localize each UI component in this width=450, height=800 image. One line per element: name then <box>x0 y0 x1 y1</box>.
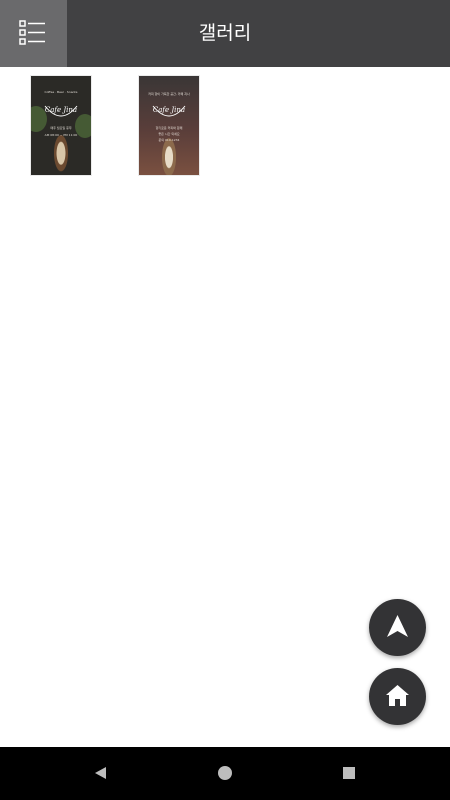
home-icon <box>386 685 409 706</box>
cafe-logo-text: Cafe Jina <box>45 106 77 114</box>
nav-recents-button[interactable] <box>337 761 361 785</box>
home-button[interactable] <box>369 668 426 725</box>
gallery-item-caption: 문의 010-1234 <box>158 138 180 142</box>
gallery-item-caption: Coffee · Beer · Snacks <box>44 90 78 94</box>
list-menu-icon <box>19 20 45 45</box>
app-header: 갤러리 <box>0 0 450 67</box>
gallery-item-caption: 좋은 시간 되세요 <box>158 132 180 136</box>
gallery-item-caption: 커피 향이 가득한 공간, 카페 지나 <box>148 92 190 96</box>
scroll-top-button[interactable] <box>369 599 426 656</box>
gallery-item[interactable]: Coffee · Beer · Snacks Cafe Jina 매주 월요일 … <box>31 76 91 175</box>
gallery-item-caption: 매주 월요일 휴무 <box>50 126 72 130</box>
app-root: 갤러리 Coffee · Beer · Snacks Cafe Jina 매주 … <box>0 0 450 800</box>
navigation-arrow-icon <box>387 615 408 637</box>
gallery-item-caption: 향기로운 커피와 함께 <box>155 126 183 130</box>
menu-button[interactable] <box>0 0 67 67</box>
nav-home-button[interactable] <box>213 761 237 785</box>
system-nav-bar <box>0 747 450 800</box>
cafe-logo-icon: Cafe Jina <box>44 105 78 117</box>
back-triangle-icon <box>95 767 106 779</box>
cafe-logo-text: Cafe Jina <box>153 106 185 114</box>
nav-back-button[interactable] <box>88 761 112 785</box>
page-title: 갤러리 <box>198 22 252 44</box>
gallery-item-caption: AM 08:00 ~ PM 11:00 <box>44 133 78 137</box>
cafe-logo-icon: Cafe Jina <box>152 105 186 117</box>
home-circle-icon <box>218 766 232 780</box>
gallery-item[interactable]: 커피 향이 가득한 공간, 카페 지나 Cafe Jina 향기로운 커피와 함… <box>139 76 199 175</box>
recents-square-icon <box>343 767 355 779</box>
